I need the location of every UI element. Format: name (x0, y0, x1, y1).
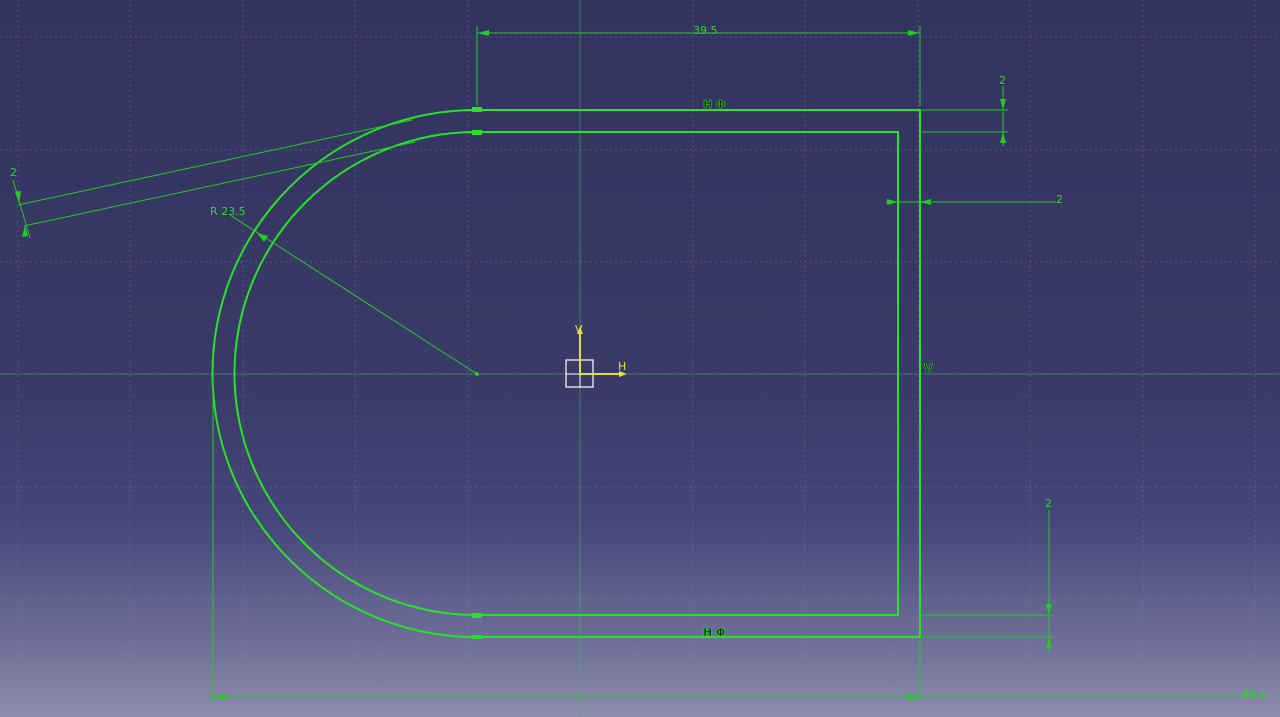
constraint-horizontal-top[interactable]: H Φ (703, 98, 726, 112)
endpoint-marker[interactable] (472, 613, 482, 618)
absolute-axis-lines (0, 0, 1280, 717)
dimension-thickness-left[interactable]: 2 (10, 119, 416, 239)
constraint-vertical-right[interactable]: V (924, 362, 934, 376)
dimension-thickness-bottom-value: 2 (1045, 497, 1052, 510)
dimension-radius-value: R 23.5 (210, 205, 246, 218)
dimension-thickness-right[interactable]: 2 (886, 193, 1063, 206)
sketch-canvas[interactable]: 39.5 2 2 2 R 23.5 2 49.5 H Φ H Φ V V H (0, 0, 1280, 717)
endpoint-marker[interactable] (472, 107, 482, 112)
endpoint-marker[interactable] (472, 635, 482, 639)
constraint-horizontal-bottom[interactable]: H Φ (703, 626, 726, 640)
dimension-width-value: 39.5 (693, 24, 718, 37)
endpoint-marker[interactable] (472, 130, 482, 135)
dimension-overall-length[interactable]: 49.5 (210, 380, 1267, 702)
v-axis-label: V (575, 323, 583, 336)
dimension-thickness-bottom[interactable]: 2 (922, 497, 1054, 652)
dimension-thickness-top[interactable]: 2 (922, 74, 1008, 146)
dimension-thickness-top-value: 2 (999, 74, 1006, 87)
dimension-thickness-right-value: 2 (1056, 193, 1063, 206)
dimension-width[interactable]: 39.5 (476, 24, 921, 106)
sketch-axis-system[interactable]: V H (565, 323, 627, 388)
dimension-thickness-left-value: 2 (10, 166, 17, 179)
sketch-grid (0, 0, 1280, 717)
dimension-overall-length-value: 49.5 (1242, 687, 1267, 700)
sketcher-viewport[interactable]: 39.5 2 2 2 R 23.5 2 49.5 H Φ H Φ V V H (0, 0, 1280, 717)
h-axis-label: H (618, 360, 626, 373)
